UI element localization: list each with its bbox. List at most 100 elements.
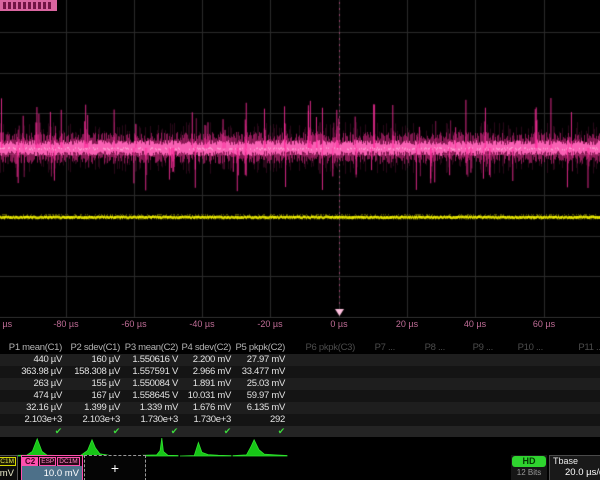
param-stat bbox=[545, 378, 600, 390]
hd-bits-label: 12 Bits bbox=[511, 467, 547, 478]
param-stat bbox=[447, 354, 495, 366]
oscilloscope-screen: -100 µs -80 µs -60 µs -40 µs -20 µs 0 µs… bbox=[0, 0, 600, 480]
c2-channel-badge: C2 bbox=[22, 457, 38, 466]
x-axis-label: -80 µs bbox=[44, 319, 88, 329]
histicon[interactable] bbox=[233, 440, 287, 456]
param-stat: 59.97 mV bbox=[233, 390, 287, 402]
histicon[interactable] bbox=[180, 443, 231, 457]
param-header-3[interactable]: P3 mean(C2) bbox=[122, 341, 180, 354]
param-stat: 158.308 µV bbox=[64, 366, 122, 378]
param-stat: 1.399 µV bbox=[64, 402, 122, 414]
param-header-4[interactable]: P4 sdev(C2) bbox=[180, 341, 233, 354]
param-stat: 32.16 µV bbox=[8, 402, 64, 414]
param-header-7[interactable]: P7 ... bbox=[357, 341, 397, 354]
param-stat: 440 µV bbox=[8, 354, 64, 366]
param-stat bbox=[495, 402, 545, 414]
param-status-check bbox=[397, 426, 447, 437]
histicon[interactable] bbox=[8, 439, 62, 456]
param-header-8[interactable]: P8 ... bbox=[397, 341, 447, 354]
param-stat bbox=[495, 354, 545, 366]
param-stat: 292 bbox=[233, 414, 287, 426]
timebase-title: Tbase bbox=[550, 456, 600, 467]
param-stat bbox=[495, 414, 545, 426]
histicon[interactable] bbox=[122, 438, 178, 456]
x-axis-label: 20 µs bbox=[385, 319, 429, 329]
c2-esp-badge: ESP bbox=[39, 457, 56, 466]
param-stat bbox=[545, 366, 600, 378]
add-trace-button[interactable]: + bbox=[84, 455, 146, 480]
param-stat: 25.03 mV bbox=[233, 378, 287, 390]
plus-icon: + bbox=[85, 456, 145, 480]
param-stat: 1.730e+3 bbox=[122, 414, 180, 426]
param-stat: 263 µV bbox=[8, 378, 64, 390]
param-stat: 6.135 mV bbox=[233, 402, 287, 414]
param-stat: 1.339 mV bbox=[122, 402, 180, 414]
param-status-check bbox=[545, 426, 600, 437]
param-stat: 1.550084 V bbox=[122, 378, 180, 390]
param-stat bbox=[495, 378, 545, 390]
channel-descriptor-c2[interactable]: C2 ESP DC1M 10.0 mV bbox=[21, 455, 83, 480]
param-header-11[interactable]: P11 ... bbox=[545, 341, 600, 354]
x-axis-label: -40 µs bbox=[180, 319, 224, 329]
param-stat: 2.200 mV bbox=[180, 354, 233, 366]
param-stat: 2.103e+3 bbox=[64, 414, 122, 426]
waveform-plot[interactable] bbox=[0, 0, 600, 318]
param-stat bbox=[447, 378, 495, 390]
param-stat bbox=[495, 390, 545, 402]
top-left-label-text bbox=[3, 2, 53, 9]
timebase-descriptor[interactable]: Tbase 20.0 µs/div bbox=[549, 455, 600, 480]
c2-coupling-badge: DC1M bbox=[57, 457, 79, 466]
param-stat: 33.477 mV bbox=[233, 366, 287, 378]
timebase-value: 20.0 µs/div bbox=[550, 467, 600, 479]
param-header-6[interactable]: P6 pkpk(C3) bbox=[287, 341, 357, 354]
param-header-10[interactable]: P10 ... bbox=[495, 341, 545, 354]
param-stat: 1.557591 V bbox=[122, 366, 180, 378]
param-stat: 27.97 mV bbox=[233, 354, 287, 366]
x-axis-label: -100 µs bbox=[0, 319, 19, 329]
param-stat: 474 µV bbox=[8, 390, 64, 402]
param-stat bbox=[545, 402, 600, 414]
c2-scale-value: 10.0 mV bbox=[22, 466, 82, 480]
param-stat bbox=[447, 390, 495, 402]
param-stat bbox=[397, 414, 447, 426]
param-stat bbox=[287, 366, 357, 378]
measurement-table[interactable]: P1 mean(C1)P2 sdev(C1)P3 mean(C2)P4 sdev… bbox=[0, 341, 600, 437]
param-stat bbox=[545, 414, 600, 426]
param-stat bbox=[397, 366, 447, 378]
param-stat bbox=[495, 366, 545, 378]
param-stat bbox=[397, 354, 447, 366]
x-axis-label: -60 µs bbox=[112, 319, 156, 329]
x-axis-label-trigger: 0 µs bbox=[317, 319, 361, 329]
param-header-2[interactable]: P2 sdev(C1) bbox=[64, 341, 122, 354]
param-stat bbox=[545, 390, 600, 402]
param-stat bbox=[287, 402, 357, 414]
param-stat bbox=[397, 402, 447, 414]
x-axis-label: -20 µs bbox=[248, 319, 292, 329]
param-stat: 1.550616 V bbox=[122, 354, 180, 366]
param-stat bbox=[397, 390, 447, 402]
param-header-9[interactable]: P9 ... bbox=[447, 341, 495, 354]
param-stat bbox=[357, 402, 397, 414]
param-header-1[interactable]: P1 mean(C1) bbox=[8, 341, 64, 354]
hd-badge: HD bbox=[512, 456, 546, 467]
param-stat bbox=[545, 354, 600, 366]
param-stat bbox=[447, 366, 495, 378]
param-stat: 160 µV bbox=[64, 354, 122, 366]
x-axis-label: 40 µs bbox=[453, 319, 497, 329]
param-stat bbox=[357, 366, 397, 378]
param-stat bbox=[287, 390, 357, 402]
param-stat bbox=[447, 402, 495, 414]
param-header-5[interactable]: P5 pkpk(C2) bbox=[233, 341, 287, 354]
param-stat bbox=[357, 390, 397, 402]
c1-coupling-badge: DC1M bbox=[0, 457, 16, 466]
param-status-check bbox=[357, 426, 397, 437]
top-left-label bbox=[0, 0, 57, 11]
param-stat: 2.966 mV bbox=[180, 366, 233, 378]
hd-mode-indicator[interactable]: HD 12 Bits bbox=[511, 455, 547, 480]
param-status-check bbox=[495, 426, 545, 437]
c1-scale-value: 10.0 mV bbox=[0, 466, 17, 479]
histicon[interactable] bbox=[64, 440, 120, 456]
param-stat: 1.558645 V bbox=[122, 390, 180, 402]
channel-descriptor-c1[interactable]: C1 DC1M 10.0 mV bbox=[0, 455, 18, 480]
param-stat bbox=[287, 414, 357, 426]
